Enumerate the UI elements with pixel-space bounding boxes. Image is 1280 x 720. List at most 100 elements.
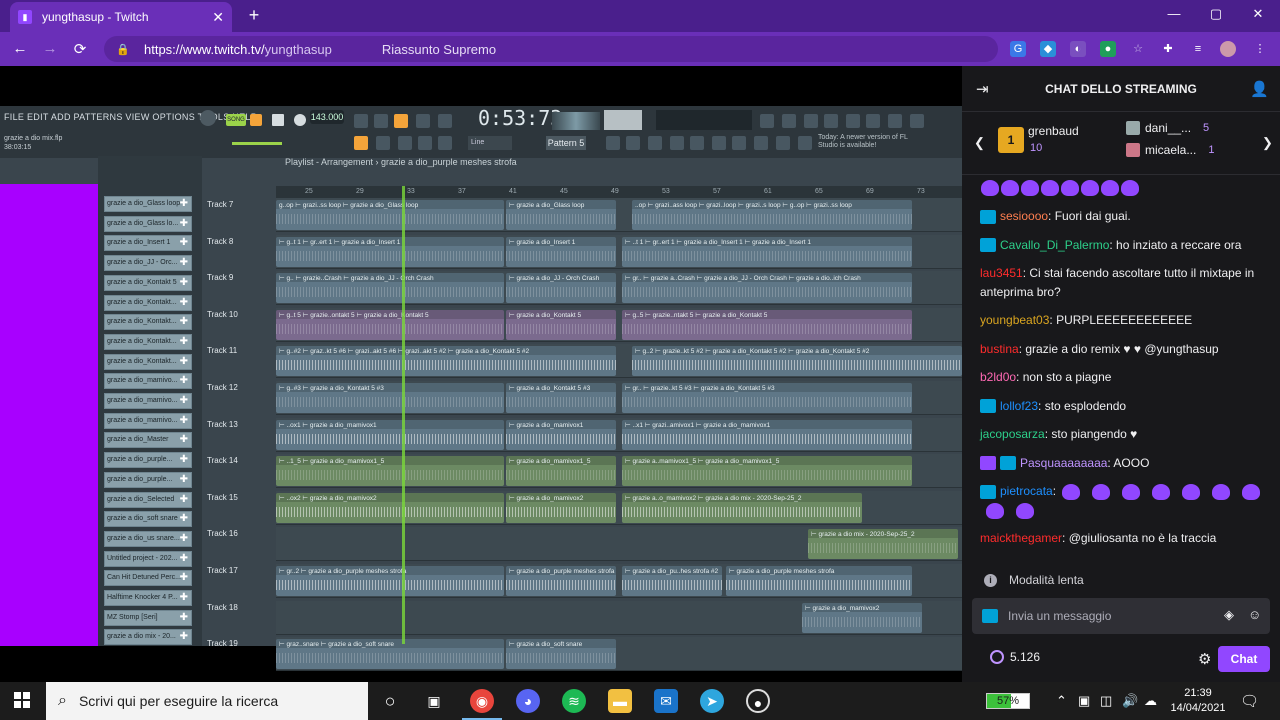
search-icon: ⌕ (58, 692, 67, 709)
extension-icon[interactable]: ◆ (1040, 41, 1056, 57)
chat-header: CHAT DELLO STREAMING (962, 66, 1280, 112)
emote-picker-icon[interactable]: ☺ (1248, 607, 1261, 622)
leaderboard-prev-icon[interactable]: ❮ (974, 135, 985, 151)
chrome-icon[interactable]: ◉ (470, 689, 494, 713)
wait-icon (374, 114, 388, 128)
extensions-puzzle-icon[interactable]: ✚ (1160, 41, 1176, 57)
forward-icon[interactable]: → (40, 40, 60, 58)
chat-message[interactable]: Cavallo_Di_Palermo: ho inziato a reccare… (980, 236, 1272, 255)
subscriber-badge-icon (980, 209, 996, 224)
fl-browser-item: Untitled project - 202... ✚ (104, 550, 192, 567)
spotify-icon[interactable]: ≋ (562, 689, 586, 713)
address-bar[interactable]: 🔒 https://www.twitch.tv/yungthasup Riass… (104, 36, 998, 62)
tab-close-icon[interactable]: ✕ (212, 9, 224, 26)
tray-app-icon[interactable]: ▣ (1078, 693, 1090, 709)
bits-icon[interactable]: ◈ (1224, 607, 1234, 623)
shield-extension-icon[interactable]: ● (1100, 41, 1116, 57)
channel-points[interactable]: 5.126 (990, 650, 1040, 664)
heart-emote-icon (1092, 483, 1111, 500)
chat-username: Cavallo_Di_Palermo (1000, 237, 1110, 252)
battery-indicator[interactable]: 57% (986, 693, 1030, 709)
subscriber-badge-icon (1000, 456, 1016, 471)
playlist-ruler (276, 186, 962, 198)
browser-nav-bar: ← → ⟳ 🔒 https://www.twitch.tv/yungthasup… (0, 32, 1280, 66)
mail-icon[interactable]: ✉ (654, 689, 678, 713)
collapse-chat-icon[interactable]: ⇥ (976, 80, 989, 98)
chat-message[interactable]: maickthegamer: @giuliosanta no è la trac… (980, 529, 1272, 548)
translate-extension-icon[interactable]: G (1010, 41, 1026, 57)
chat-message[interactable]: lau3451: Ci stai facendo ascoltare tutto… (980, 264, 1272, 302)
notifications-icon[interactable]: 🗨 (1240, 692, 1259, 710)
ruler-tick: 37 (458, 188, 466, 195)
chat-message[interactable]: pietrocata: (980, 482, 1272, 520)
leaderboard-next-icon[interactable]: ❯ (1262, 135, 1273, 151)
chat-text: : non sto a piagne (1016, 370, 1112, 384)
chat-settings-icon[interactable]: ⚙ (1198, 650, 1211, 668)
chat-message[interactable]: b2ld0o: non sto a piagne (980, 368, 1272, 387)
gift-icon (1126, 121, 1140, 135)
audio-clip: ⊢ g..5 ⊢ grazie..ntakt 5 ⊢ grazie a dio_… (622, 309, 912, 340)
discord-icon[interactable]: ◕ (516, 689, 540, 713)
gifter-count: 5 (1203, 122, 1210, 134)
plus-icon: ✚ (179, 473, 188, 485)
extension-icon[interactable]: ◐ (1070, 41, 1086, 57)
system-clock[interactable]: 21:39 14/04/2021 (1168, 686, 1228, 716)
windows-start-icon[interactable] (14, 692, 30, 708)
profile-avatar[interactable] (1220, 41, 1236, 57)
gifter-entry[interactable]: dani__... 5 (1126, 121, 1209, 135)
emote-icon (1101, 179, 1119, 196)
fl-browser-item: grazie a dio_Kontakt 5 ✚ (104, 274, 192, 291)
plus-icon: ✚ (179, 237, 188, 249)
show-hidden-icons-icon[interactable]: ⌃ (1056, 693, 1067, 709)
plus-icon: ✚ (179, 513, 188, 525)
obs-icon[interactable]: ● (746, 689, 770, 713)
plus-icon: ✚ (179, 434, 188, 446)
ruler-tick: 29 (356, 188, 364, 195)
bookmark-star-icon[interactable]: ☆ (1130, 41, 1146, 57)
back-icon[interactable]: ← (10, 40, 30, 58)
cortana-icon[interactable]: ○ (378, 689, 402, 713)
audio-clip: ⊢ grazie a dio_pu..hes strofa #2 (622, 566, 722, 596)
send-chat-button[interactable]: Chat (1218, 646, 1270, 672)
maximize-button[interactable]: ▢ (1206, 6, 1226, 24)
chat-username: jacoposarza (980, 427, 1045, 441)
browser-menu-icon[interactable]: ⋮ (1252, 41, 1268, 57)
chat-username: lollof23 (1000, 398, 1039, 413)
top-gifter-count: 10 (1030, 142, 1043, 154)
reload-icon[interactable]: ⟳ (70, 40, 90, 58)
track-lane: ⊢ ..1_5 ⊢ grazie a dio_mamivox1_5 ⊢ grazi… (276, 454, 962, 489)
browser-tab-bar: ▮ yungthasup - Twitch ✕ + — ▢ ✕ (0, 0, 1280, 32)
chat-message[interactable]: youngbeat03: PURPLEEEEEEEEEEEE (980, 311, 1272, 330)
browser-tab[interactable]: ▮ yungthasup - Twitch ✕ (10, 2, 232, 32)
community-users-icon[interactable]: 👤 (1250, 80, 1269, 98)
track-lane: ⊢ gr..2 ⊢ grazie a dio_purple meshes str… (276, 564, 962, 598)
top-gifter[interactable]: 1 grenbaud 10 (998, 123, 1079, 156)
new-tab-button[interactable]: + (244, 5, 264, 25)
telegram-icon[interactable]: ➤ (700, 689, 724, 713)
track-label: Track 10 (207, 309, 238, 319)
task-view-icon[interactable]: ▣ (422, 689, 446, 713)
fl-browser-item: grazie a dio_purple... ✚ (104, 471, 192, 488)
audio-clip: g..op ⊢ grazi..ss loop ⊢ grazie a dio_Gl… (276, 200, 504, 230)
chat-input[interactable] (1008, 609, 1208, 623)
close-window-button[interactable]: ✕ (1248, 6, 1268, 24)
volume-icon[interactable]: 🔊 (1122, 693, 1138, 709)
gift-leaderboard: ❮ 1 grenbaud 10 dani__... 5 micaela... 1 … (962, 113, 1280, 175)
chat-message[interactable]: Pasquaaaaaaaa: AOOO (980, 454, 1272, 473)
chat-message[interactable] (980, 178, 1272, 197)
taskbar-search[interactable]: ⌕ Scrivi qui per eseguire la ricerca (46, 682, 368, 720)
onedrive-icon[interactable]: ☁ (1144, 693, 1157, 709)
reading-list-icon[interactable]: ≡ (1190, 41, 1206, 57)
chat-input-box[interactable]: ◈ ☺ (972, 598, 1270, 634)
chat-message[interactable]: lollof23: sto esplodendo (980, 397, 1272, 416)
network-icon[interactable]: ◫ (1100, 693, 1112, 709)
minimize-button[interactable]: — (1164, 6, 1184, 24)
audio-clip: ⊢ grazie a dio_purple meshes strofa (506, 566, 616, 596)
chat-message[interactable]: sesioooo: Fuori dai guai. (980, 207, 1272, 226)
gifter-entry[interactable]: micaela... 1 (1126, 143, 1214, 157)
chat-message[interactable]: jacoposarza: sto piangendo ♥ (980, 425, 1272, 444)
fl-toolbar-icon (732, 136, 746, 150)
chat-message[interactable]: bustina: grazie a dio remix ♥ ♥ @yungtha… (980, 340, 1272, 359)
subscriber-badge-icon (980, 238, 996, 253)
file-explorer-icon[interactable]: ▬ (608, 689, 632, 713)
